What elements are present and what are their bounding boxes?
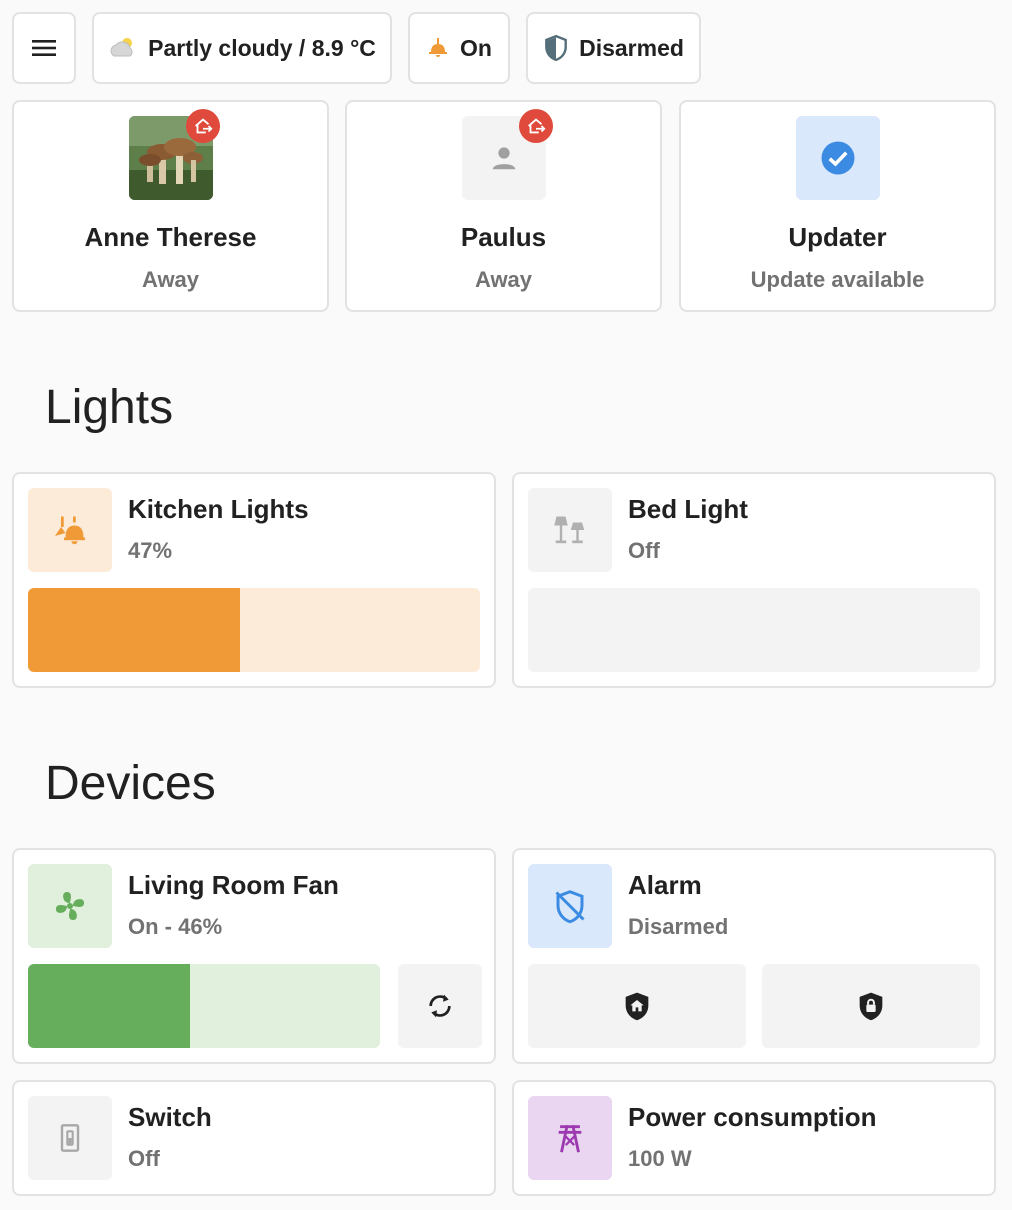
person-name: Anne Therese [84, 222, 257, 252]
alarm-icon-box[interactable] [528, 864, 612, 948]
person-tile-anne-therese[interactable]: Anne Therese Away [12, 100, 329, 312]
bed-light-state: Off [628, 538, 660, 563]
light-badge[interactable]: On [408, 12, 510, 84]
away-indicator [518, 109, 553, 143]
updater-tile[interactable]: Updater Update available [679, 100, 996, 312]
arm-home-button[interactable] [528, 964, 746, 1048]
weather-label: Partly cloudy / 8.9 °C [148, 34, 376, 61]
light-badge-label: On [460, 34, 492, 61]
kitchen-lights-card[interactable]: Kitchen Lights 47% [12, 472, 496, 688]
fan-icon [55, 891, 85, 921]
oscillate-icon [429, 994, 451, 1018]
person-tile-paulus[interactable]: Paulus Away [345, 100, 662, 312]
power-icon-box[interactable] [528, 1096, 612, 1180]
weather-badge[interactable]: Partly cloudy / 8.9 °C [92, 12, 392, 84]
alarm-name: Alarm [628, 870, 702, 900]
fan-speed-slider[interactable] [28, 964, 380, 1048]
section-title-lights: Lights [45, 381, 174, 434]
kitchen-lights-icon-box[interactable] [28, 488, 112, 572]
updater-name: Updater [788, 222, 887, 252]
bed-light-brightness-slider[interactable] [528, 588, 980, 672]
menu-icon [32, 40, 56, 56]
home-export-icon [527, 118, 546, 134]
alarm-card[interactable]: Alarm Disarmed [512, 848, 996, 1064]
living-room-fan-card[interactable]: Living Room Fan On - 46% [12, 848, 496, 1064]
alarm-badge[interactable]: Disarmed [526, 12, 701, 84]
arm-away-button[interactable] [762, 964, 980, 1048]
shield-lock-icon [859, 992, 883, 1021]
avatar [128, 109, 220, 200]
alarm-state: Disarmed [628, 914, 729, 939]
away-indicator [185, 109, 220, 143]
kitchen-lights-name: Kitchen Lights [128, 494, 309, 524]
person-state: Away [474, 267, 533, 292]
fan-name: Living Room Fan [128, 870, 339, 900]
switch-name: Switch [128, 1102, 212, 1132]
shield-home-icon [625, 992, 649, 1021]
light-switch-icon [60, 1124, 80, 1152]
partly-cloudy-icon [110, 38, 133, 57]
menu-button[interactable] [12, 12, 76, 84]
brightness-fill [28, 588, 241, 672]
lamps-icon [554, 516, 585, 544]
kitchen-lights-state: 47% [128, 538, 173, 563]
check-circle-icon [821, 141, 854, 175]
person-state: Away [141, 267, 200, 292]
account-icon [492, 147, 515, 170]
switch-state: Off [128, 1146, 160, 1171]
updater-icon-box [795, 116, 880, 200]
avatar [461, 109, 553, 200]
shield-off-icon [555, 890, 585, 924]
section-title-devices: Devices [45, 757, 216, 810]
speed-fill [28, 964, 190, 1048]
power-name: Power consumption [628, 1102, 877, 1132]
switch-icon-box[interactable] [28, 1096, 112, 1180]
fan-oscillate-button[interactable] [398, 964, 482, 1048]
power-state: 100 W [628, 1146, 692, 1171]
switch-card[interactable]: Switch Off [12, 1080, 496, 1196]
bed-light-name: Bed Light [628, 494, 748, 524]
bed-light-icon-box[interactable] [528, 488, 612, 572]
person-name: Paulus [460, 222, 547, 252]
fan-state: On - 46% [128, 914, 223, 939]
ceiling-light-icon [429, 38, 448, 57]
transmission-tower-icon [558, 1124, 582, 1153]
bed-light-card[interactable]: Bed Light Off [512, 472, 996, 688]
home-export-icon [194, 118, 213, 134]
updater-state: Update available [750, 267, 925, 292]
alarm-badge-label: Disarmed [579, 34, 684, 61]
ceiling-light-multiple-icon [55, 516, 85, 545]
kitchen-lights-brightness-slider[interactable] [28, 588, 480, 672]
fan-icon-box[interactable] [28, 864, 112, 948]
power-consumption-card[interactable]: Power consumption 100 W [512, 1080, 996, 1196]
shield-half-icon [545, 34, 567, 62]
